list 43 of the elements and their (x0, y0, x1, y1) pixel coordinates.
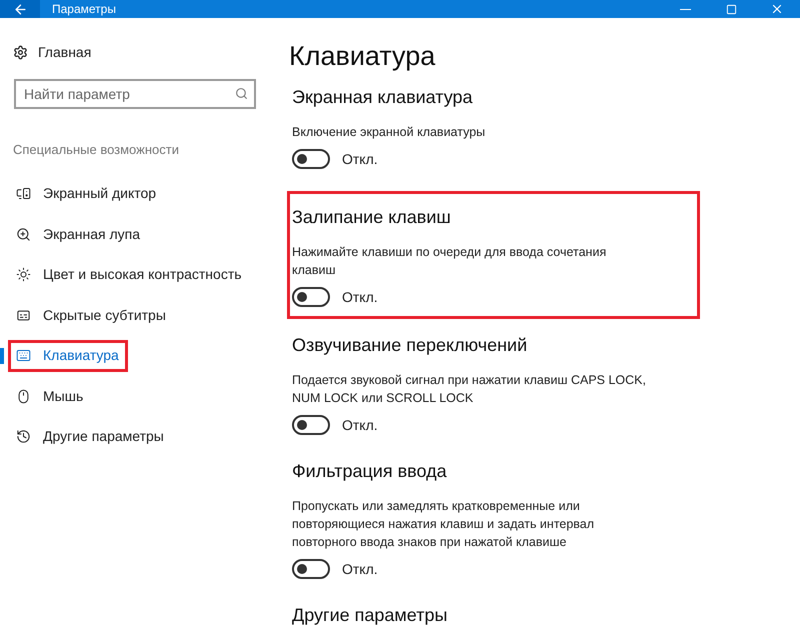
sidebar-item[interactable]: Экранный диктор (8, 178, 166, 210)
toggle-state-label: Откл. (342, 288, 378, 306)
minimize-icon (680, 8, 690, 10)
section-description: Пропускать или замедлять кратковременные или повторяющиеся нажатия клавиш и задать интервал повторного ввода знаков при нажатой клавише (292, 498, 596, 550)
toggle-state-label: Откл. (342, 150, 378, 168)
toggle-state-label: Откл. (342, 560, 378, 578)
page-title: Клавиатура (289, 40, 436, 73)
magnifier-icon (16, 226, 31, 242)
search-icon (235, 87, 248, 100)
section-heading: Залипание клавиш (292, 206, 452, 228)
toggle-switch[interactable] (292, 287, 330, 307)
sun-icon (16, 267, 31, 282)
sidebar-item[interactable]: Мышь (8, 380, 92, 412)
sidebar-item[interactable]: Клавиатура (8, 340, 128, 372)
section-description: Подается звуковой сигнал при нажатии клавиш CAPS LOCK, NUM LOCK или SCROLL LOCK (292, 372, 647, 406)
section-heading: Фильтрация ввода (292, 460, 448, 483)
sidebar-item[interactable]: Цвет и высокая контрастность (8, 258, 251, 291)
selection-indicator (0, 348, 4, 364)
keyboard-icon (16, 348, 31, 364)
clock-arrow-icon (16, 429, 31, 444)
maximize-icon (726, 4, 736, 14)
toggle-switch[interactable] (292, 415, 330, 435)
sidebar-item[interactable]: Скрытые субтитры (8, 299, 175, 332)
toggle-switch[interactable] (292, 149, 330, 169)
toggle-switch[interactable] (292, 559, 330, 579)
section-description: Включение экранной клавиатуры (292, 124, 486, 140)
settings-icon (13, 44, 28, 60)
back-button[interactable] (0, 0, 40, 18)
search-field[interactable]: Найти параметр (14, 79, 256, 109)
toggle-state-label: Откл. (342, 416, 378, 434)
close-icon (770, 2, 784, 16)
section-heading: Другие параметры (292, 604, 448, 627)
sidebar-item[interactable]: Экранная лупа (8, 218, 150, 250)
monitor-icon (16, 186, 31, 202)
section-description: Нажимайте клавиши по очереди для ввода сочетания клавиш (292, 244, 608, 278)
category-label: Специальные возможности (12, 141, 180, 159)
sidebar-item[interactable]: Другие параметры (8, 420, 173, 453)
mouse-icon (16, 388, 31, 404)
section-heading: Экранная клавиатура (292, 86, 474, 109)
home-nav-item[interactable]: Главная (0, 40, 270, 64)
captions-icon (16, 308, 31, 323)
window-title: Параметры (52, 1, 116, 18)
section-heading: Озвучивание переключений (292, 334, 528, 357)
